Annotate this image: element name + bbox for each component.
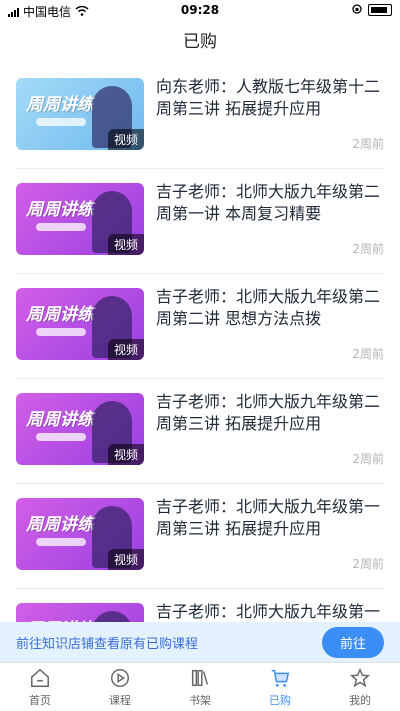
course-thumbnail[interactable]: 周周讲练 视频 bbox=[16, 183, 144, 255]
cart-icon bbox=[269, 667, 291, 689]
tab-bar: 首页 课程 书架 已购 我的 bbox=[0, 662, 400, 711]
thumbnail-stripe bbox=[36, 223, 86, 231]
list-item[interactable]: 周周讲练 视频 吉子老师：北师大版九年级第二周第二讲 思想方法点拨 2周前 bbox=[16, 274, 384, 379]
purchase-time: 2周前 bbox=[352, 242, 384, 256]
list-item[interactable]: 周周讲练 视频 吉子老师：北师大版九年级第一 bbox=[16, 589, 384, 624]
purchase-time: 2周前 bbox=[352, 557, 384, 571]
status-right bbox=[352, 3, 392, 17]
tab-label: 课程 bbox=[109, 693, 131, 707]
play-icon bbox=[109, 667, 131, 689]
purchase-time: 2周前 bbox=[352, 347, 384, 361]
home-icon bbox=[29, 667, 51, 689]
course-thumbnail[interactable]: 周周讲练 视频 bbox=[16, 288, 144, 360]
video-tag: 视频 bbox=[107, 444, 144, 465]
thumbnail-stripe bbox=[36, 328, 86, 336]
video-tag: 视频 bbox=[107, 549, 144, 570]
star-icon bbox=[349, 667, 371, 689]
thumbnail-title: 周周讲练 bbox=[26, 200, 94, 220]
clock: 09:28 bbox=[180, 3, 220, 17]
thumbnail-stripe bbox=[36, 538, 86, 546]
tab-label: 首页 bbox=[29, 693, 51, 707]
course-thumbnail[interactable]: 周周讲练 视频 bbox=[16, 498, 144, 570]
tab-label: 我的 bbox=[349, 693, 371, 707]
status-bar: 中国电信 09:28 bbox=[0, 0, 400, 20]
books-icon bbox=[189, 667, 211, 689]
course-title[interactable]: 吉子老师：北师大版九年级第二周第一讲 本周复习精要 bbox=[156, 181, 384, 225]
thumbnail-title: 周周讲练 bbox=[26, 305, 94, 325]
purchase-time: 2周前 bbox=[352, 452, 384, 466]
tab-books[interactable]: 书架 bbox=[160, 663, 240, 711]
store-banner-text: 前往知识店铺查看原有已购课程 bbox=[16, 636, 199, 652]
thumbnail-title: 周周讲练 bbox=[26, 410, 94, 430]
list-item[interactable]: 周周讲练 视频 吉子老师：北师大版九年级第二周第一讲 本周复习精要 2周前 bbox=[16, 169, 384, 274]
course-thumbnail[interactable]: 周周讲练 视频 bbox=[16, 603, 144, 624]
goto-store-button[interactable]: 前往 bbox=[321, 626, 384, 658]
tab-label: 书架 bbox=[189, 693, 211, 707]
video-tag: 视频 bbox=[107, 234, 144, 255]
tab-label: 已购 bbox=[269, 693, 291, 707]
course-title[interactable]: 向东老师：人教版七年级第十二周第三讲 拓展提升应用 bbox=[156, 76, 384, 120]
page-title: 已购 bbox=[183, 32, 217, 52]
tab-play[interactable]: 课程 bbox=[80, 663, 160, 711]
store-banner: 前往知识店铺查看原有已购课程 前往 bbox=[0, 622, 400, 662]
list-item[interactable]: 周周讲练 视频 向东老师：人教版七年级第十二周第三讲 拓展提升应用 2周前 bbox=[16, 64, 384, 169]
video-tag: 视频 bbox=[107, 129, 144, 150]
tab-star[interactable]: 我的 bbox=[320, 663, 400, 711]
tab-cart[interactable]: 已购 bbox=[240, 663, 320, 711]
course-title[interactable]: 吉子老师：北师大版九年级第二周第二讲 思想方法点拨 bbox=[156, 286, 384, 330]
thumbnail-title: 周周讲练 bbox=[26, 515, 94, 535]
purchase-time: 2周前 bbox=[352, 137, 384, 151]
course-title[interactable]: 吉子老师：北师大版九年级第二周第三讲 拓展提升应用 bbox=[156, 391, 384, 435]
list-item[interactable]: 周周讲练 视频 吉子老师：北师大版九年级第二周第三讲 拓展提升应用 2周前 bbox=[16, 379, 384, 484]
purchase-list[interactable]: 周周讲练 视频 向东老师：人教版七年级第十二周第三讲 拓展提升应用 2周前 周周… bbox=[0, 64, 400, 624]
thumbnail-stripe bbox=[36, 433, 86, 441]
thumbnail-stripe bbox=[36, 118, 86, 126]
thumbnail-title: 周周讲练 bbox=[26, 95, 94, 115]
list-item[interactable]: 周周讲练 视频 吉子老师：北师大版九年级第一周第三讲 拓展提升应用 2周前 bbox=[16, 484, 384, 589]
course-title[interactable]: 吉子老师：北师大版九年级第一 bbox=[156, 601, 384, 623]
video-tag: 视频 bbox=[107, 339, 144, 360]
battery-icon bbox=[368, 4, 392, 16]
course-thumbnail[interactable]: 周周讲练 视频 bbox=[16, 393, 144, 465]
tab-home[interactable]: 首页 bbox=[0, 663, 80, 711]
rotation-lock-icon bbox=[352, 3, 362, 17]
course-thumbnail[interactable]: 周周讲练 视频 bbox=[16, 78, 144, 150]
course-title[interactable]: 吉子老师：北师大版九年级第一周第三讲 拓展提升应用 bbox=[156, 496, 384, 540]
